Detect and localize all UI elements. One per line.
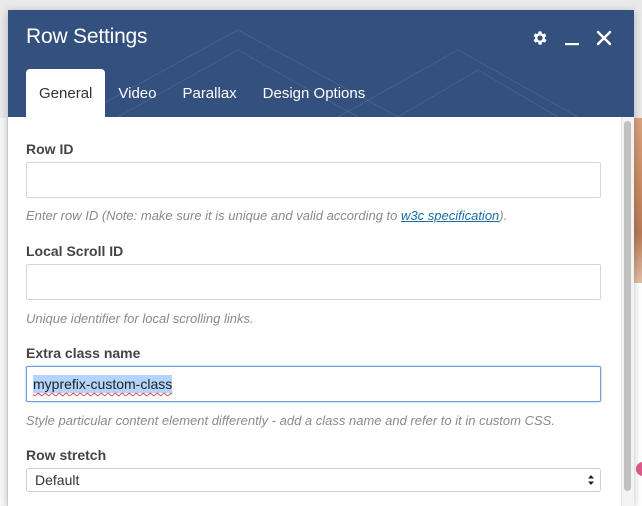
tab-general[interactable]: General bbox=[26, 69, 106, 117]
local-scroll-id-input[interactable] bbox=[26, 264, 601, 300]
header-controls bbox=[530, 28, 614, 48]
extra-class-name-help: Style particular content element differe… bbox=[26, 413, 555, 428]
row-id-input[interactable] bbox=[26, 162, 601, 198]
dialog-title: Row Settings bbox=[26, 25, 148, 48]
backdrop-left-strip bbox=[0, 118, 8, 506]
row-stretch-label: Row stretch bbox=[26, 447, 107, 463]
settings-button[interactable] bbox=[530, 28, 550, 48]
scrollbar-thumb[interactable] bbox=[624, 121, 631, 491]
minimize-icon bbox=[565, 43, 579, 46]
extra-class-name-label: Extra class name bbox=[26, 345, 141, 361]
row-stretch-select[interactable]: Default bbox=[26, 468, 601, 492]
tab-design-options[interactable]: Design Options bbox=[250, 69, 379, 117]
row-id-help-end: ). bbox=[499, 208, 508, 223]
minimize-button[interactable] bbox=[562, 28, 582, 48]
row-stretch-selected-value: Default bbox=[35, 472, 80, 488]
select-arrows-icon bbox=[588, 475, 594, 485]
tab-bar: General Video Parallax Design Options bbox=[26, 69, 378, 117]
row-settings-dialog: Row Settings General Video Parallax Desi… bbox=[8, 10, 634, 506]
gear-icon bbox=[533, 31, 547, 45]
row-id-label: Row ID bbox=[26, 141, 74, 157]
close-button[interactable] bbox=[594, 28, 614, 48]
dialog-body: Row ID Enter row ID (Note: make sure it … bbox=[8, 117, 634, 506]
row-id-help: Enter row ID (Note: make sure it is uniq… bbox=[26, 208, 507, 223]
extra-class-name-input[interactable]: myprefix-custom-class bbox=[26, 366, 601, 402]
dialog-header: Row Settings General Video Parallax Desi… bbox=[8, 10, 634, 117]
tab-video[interactable]: Video bbox=[105, 69, 169, 117]
extra-class-name-value: myprefix-custom-class bbox=[33, 375, 173, 393]
tab-parallax[interactable]: Parallax bbox=[169, 69, 249, 117]
w3c-specification-link[interactable]: w3c specification bbox=[401, 208, 499, 223]
local-scroll-id-help: Unique identifier for local scrolling li… bbox=[26, 311, 254, 326]
backdrop-photo bbox=[634, 118, 642, 283]
local-scroll-id-label: Local Scroll ID bbox=[26, 243, 124, 259]
close-icon bbox=[596, 30, 612, 46]
scrollbar-track[interactable] bbox=[621, 117, 634, 506]
row-id-help-text: Enter row ID (Note: make sure it is uniq… bbox=[26, 208, 402, 223]
